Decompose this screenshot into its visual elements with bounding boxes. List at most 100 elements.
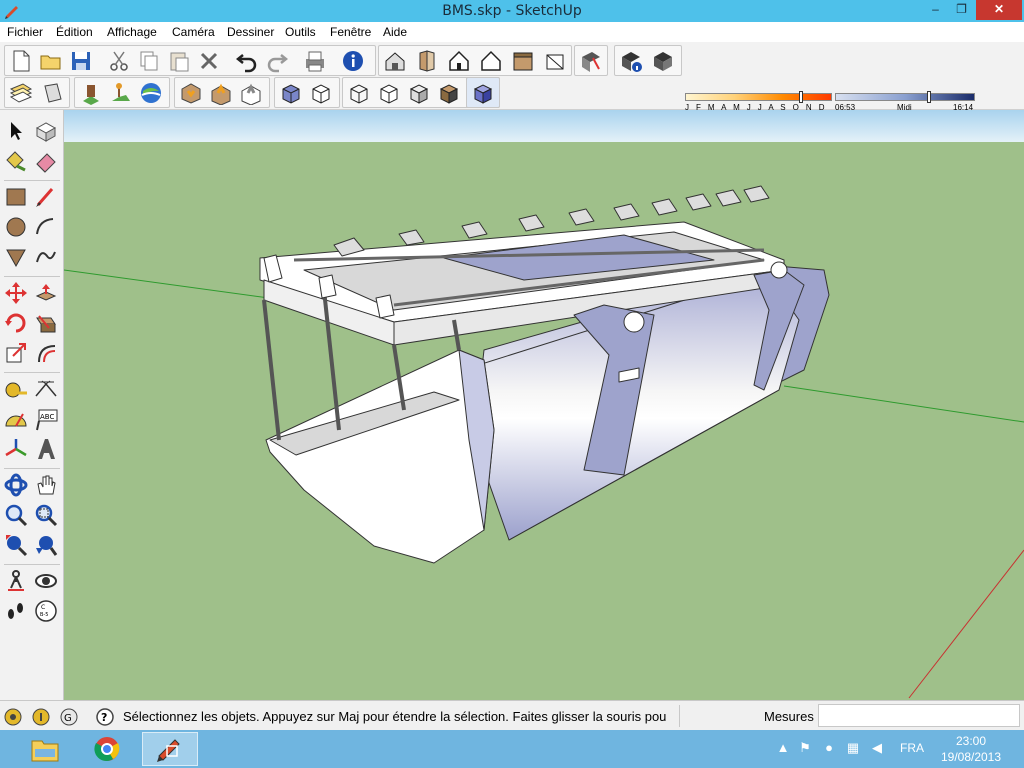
time-slider[interactable]: [835, 93, 975, 101]
left-view-icon[interactable]: [543, 49, 567, 73]
select-tool-icon[interactable]: [3, 118, 29, 144]
text-tool-icon[interactable]: ABC: [33, 406, 59, 432]
get-models-icon[interactable]: [179, 81, 203, 105]
hidden-line-icon[interactable]: [377, 81, 401, 105]
warehouse-toolbar: [174, 77, 270, 108]
menu-affichage[interactable]: Affichage: [107, 25, 157, 39]
back-edges-icon[interactable]: [309, 81, 333, 105]
month-slider-thumb[interactable]: [799, 91, 803, 103]
make-component-icon[interactable]: [33, 118, 59, 144]
scale-tool-icon[interactable]: [3, 340, 29, 366]
close-button[interactable]: ✕: [976, 0, 1022, 20]
zoom-extents-icon[interactable]: [3, 532, 29, 558]
new-file-icon[interactable]: [9, 49, 33, 73]
menu-camera[interactable]: Caméra: [172, 25, 215, 39]
taskbar-explorer[interactable]: [18, 732, 74, 766]
section-plane-tool-icon[interactable]: C B-5: [33, 598, 59, 624]
month-slider[interactable]: [685, 93, 832, 101]
language-indicator[interactable]: FRA: [900, 741, 924, 755]
system-clock[interactable]: 23:00 19/08/2013: [936, 733, 1006, 765]
shaded-icon[interactable]: [407, 81, 431, 105]
menu-fenetre[interactable]: Fenêtre: [330, 25, 371, 39]
xray-icon[interactable]: [279, 81, 303, 105]
freehand-tool-icon[interactable]: [33, 244, 59, 270]
maximize-button[interactable]: ❐: [948, 0, 975, 20]
menu-dessiner[interactable]: Dessiner: [227, 25, 274, 39]
paint-bucket-icon[interactable]: [3, 148, 29, 174]
position-camera-icon[interactable]: [3, 568, 29, 594]
menu-aide[interactable]: Aide: [383, 25, 407, 39]
paste-icon[interactable]: [167, 49, 191, 73]
front-view-icon[interactable]: [447, 49, 471, 73]
measurements-input[interactable]: [818, 704, 1020, 727]
zoom-window-icon[interactable]: [33, 502, 59, 528]
layer-manager-icon[interactable]: [9, 81, 33, 105]
dimension-tool-icon[interactable]: [33, 376, 59, 402]
login-icon[interactable]: G: [60, 708, 78, 726]
volume-icon[interactable]: ◀: [868, 740, 886, 758]
offset-tool-icon[interactable]: [33, 340, 59, 366]
menu-edition[interactable]: Édition: [56, 25, 93, 39]
redo-icon[interactable]: [265, 49, 289, 73]
action-center-flag-icon[interactable]: ⚑: [796, 740, 814, 758]
rectangle-tool-icon[interactable]: [3, 184, 29, 210]
move-tool-icon[interactable]: [3, 280, 29, 306]
tape-measure-icon[interactable]: [3, 376, 29, 402]
zoom-tool-icon[interactable]: [3, 502, 29, 528]
eraser-icon[interactable]: [33, 148, 59, 174]
print-icon[interactable]: [303, 49, 327, 73]
display-shadows-icon[interactable]: [651, 49, 675, 73]
credits-icon[interactable]: [32, 708, 50, 726]
menu-fichier[interactable]: Fichier: [7, 25, 43, 39]
help-icon[interactable]: ?: [96, 708, 114, 726]
menu-outils[interactable]: Outils: [285, 25, 316, 39]
save-icon[interactable]: [69, 49, 93, 73]
minimize-button[interactable]: –: [922, 0, 949, 20]
time-slider-thumb[interactable]: [927, 91, 931, 103]
add-location-icon[interactable]: [79, 81, 103, 105]
taskbar-chrome[interactable]: [80, 732, 136, 766]
walk-tool-icon[interactable]: [3, 598, 29, 624]
axes-tool-icon[interactable]: [3, 436, 29, 462]
wireframe-icon[interactable]: [347, 81, 371, 105]
circle-tool-icon[interactable]: [3, 214, 29, 240]
app-tray-icon[interactable]: ●: [820, 740, 838, 758]
line-tool-icon[interactable]: [33, 184, 59, 210]
geolocation-icon[interactable]: [4, 708, 22, 726]
network-icon[interactable]: ▦: [844, 740, 862, 758]
model-info-icon[interactable]: [341, 49, 365, 73]
polygon-tool-icon[interactable]: [3, 244, 29, 270]
iso-view-icon[interactable]: [383, 49, 407, 73]
top-view-icon[interactable]: [415, 49, 439, 73]
3d-text-icon[interactable]: [33, 436, 59, 462]
shaded-textures-icon[interactable]: [437, 81, 461, 105]
toggle-terrain-icon[interactable]: [109, 81, 133, 105]
previous-view-icon[interactable]: [33, 532, 59, 558]
show-hidden-icons-icon[interactable]: ▲: [774, 740, 792, 758]
section-plane-icon[interactable]: [579, 49, 603, 73]
views-toolbar: [378, 45, 572, 76]
right-view-icon[interactable]: [479, 49, 503, 73]
orbit-tool-icon[interactable]: [3, 472, 29, 498]
erase-delete-icon[interactable]: [197, 49, 221, 73]
model-viewport[interactable]: [64, 110, 1024, 700]
shadow-settings-icon[interactable]: [619, 49, 643, 73]
pan-tool-icon[interactable]: [33, 472, 59, 498]
look-around-icon[interactable]: [33, 568, 59, 594]
cut-icon[interactable]: [107, 49, 131, 73]
color-by-layer-icon[interactable]: [471, 81, 495, 105]
components-icon[interactable]: [41, 81, 65, 105]
protractor-icon[interactable]: [3, 406, 29, 432]
follow-me-icon[interactable]: [33, 310, 59, 336]
arc-tool-icon[interactable]: [33, 214, 59, 240]
undo-icon[interactable]: [235, 49, 259, 73]
taskbar-sketchup[interactable]: [142, 732, 198, 766]
back-view-icon[interactable]: [511, 49, 535, 73]
push-pull-icon[interactable]: [33, 280, 59, 306]
open-folder-icon[interactable]: [39, 49, 63, 73]
rotate-tool-icon[interactable]: [3, 310, 29, 336]
share-model-icon[interactable]: [209, 81, 233, 105]
share-component-icon[interactable]: [239, 81, 263, 105]
google-earth-icon[interactable]: [139, 81, 163, 105]
copy-icon[interactable]: [137, 49, 161, 73]
